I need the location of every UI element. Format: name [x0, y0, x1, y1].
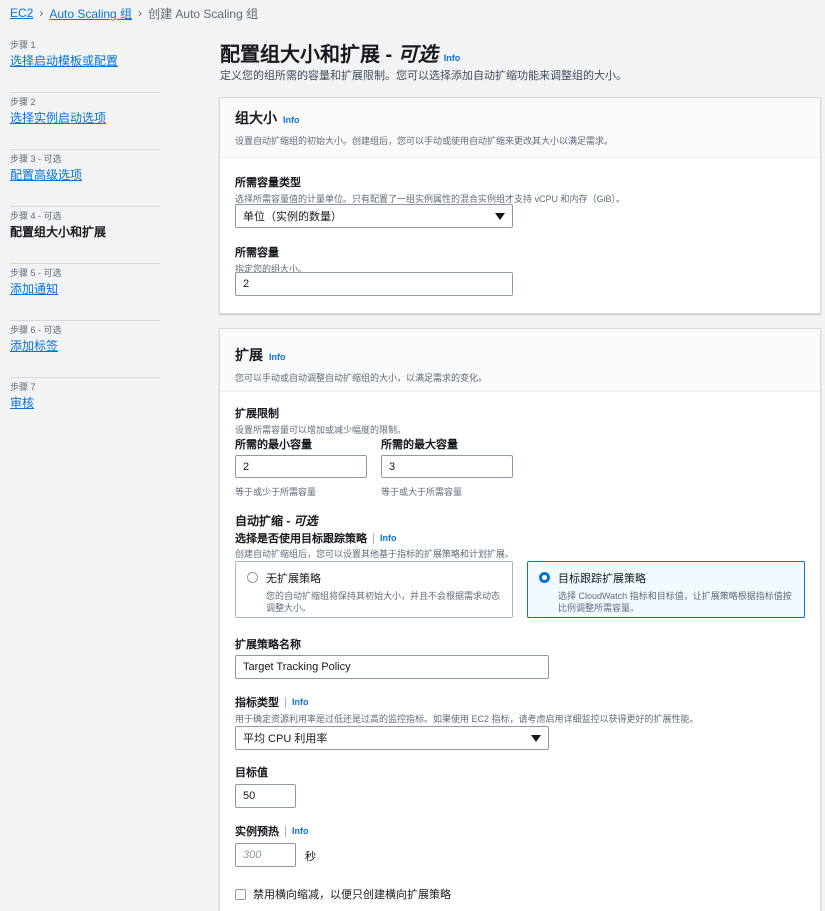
auto-scaling-question-text: 选择是否使用目标跟踪策略 — [235, 533, 367, 545]
group-size-title-text: 组大小 — [235, 110, 277, 126]
disable-scale-in-checkbox[interactable] — [235, 888, 246, 900]
warmup-label-text: 实例预热 — [235, 826, 279, 838]
scaling-header: 扩展 Info 您可以手动或自动调整自动扩缩组的大小，以满足需求的变化。 — [220, 329, 820, 392]
metric-type-value: 平均 CPU 利用率 — [243, 733, 328, 745]
tile-target-tracking-desc: 选择 CloudWatch 指标和目标值，让扩展策略根据指标值按比例调整所需容量… — [558, 591, 792, 613]
metric-type-description: 用于确定资源利用率是过低还是过高的监控指标。如果使用 EC2 指标，请考虑启用详… — [235, 714, 699, 724]
warmup-info-link[interactable]: Info — [292, 826, 309, 836]
group-size-title: 组大小 Info — [235, 108, 805, 128]
step-number: 步骤 2 — [10, 97, 36, 107]
step-link-launch-template[interactable]: 选择启动模板或配置 — [10, 52, 160, 70]
metric-type-label: 指标类型 Info — [235, 694, 309, 710]
warmup-unit: 秒 — [305, 851, 316, 863]
auto-scaling-title: 自动扩缩 - 可选 — [235, 512, 318, 529]
metric-type-select[interactable]: 平均 CPU 利用率 — [235, 726, 549, 750]
breadcrumb-current: 创建 Auto Scaling 组 — [148, 6, 259, 21]
radio-selected[interactable] — [539, 572, 550, 583]
scaling-title: 扩展 Info — [235, 345, 805, 365]
group-size-info-link[interactable]: Info — [283, 115, 300, 125]
step-link-tags[interactable]: 添加标签 — [10, 337, 160, 355]
chevron-right-icon: › — [39, 6, 44, 20]
tile-target-tracking-policy[interactable]: 目标跟踪扩展策略 选择 CloudWatch 指标和目标值，让扩展策略根据指标值… — [527, 561, 805, 618]
max-capacity-input[interactable]: 3 — [381, 455, 513, 478]
breadcrumb: EC2 › Auto Scaling 组 › 创建 Auto Scaling 组 — [10, 4, 258, 22]
breadcrumb-auto-scaling[interactable]: Auto Scaling 组 — [49, 5, 132, 22]
policy-name-input[interactable]: Target Tracking Policy — [235, 655, 549, 679]
scaling-body: 扩展限制 设置所需容量可以增加或减少幅度的限制。 所需的最小容量 所需的最大容量… — [220, 392, 820, 911]
page-description: 定义您的组所需的容量和扩展限制。您可以选择添加自动扩缩功能来调整组的大小。 — [220, 70, 627, 82]
wizard-step-1: 步骤 1 选择启动模板或配置 — [10, 36, 160, 93]
capacity-type-value: 单位（实例的数量） — [243, 211, 342, 223]
scaling-info-link[interactable]: Info — [269, 352, 286, 362]
disable-scale-in-label: 禁用横向缩减，以便只创建横向扩展策略 — [253, 889, 451, 901]
warmup-input[interactable]: 300 — [235, 843, 296, 867]
desired-capacity-input[interactable]: 2 — [235, 272, 513, 296]
metric-type-label-text: 指标类型 — [235, 697, 279, 709]
divider — [373, 532, 374, 544]
wizard-step-5: 步骤 5 - 可选 添加通知 — [10, 264, 160, 321]
step-number: 步骤 1 — [10, 40, 36, 50]
scaling-description: 您可以手动或自动调整自动扩缩组的大小，以满足需求的变化。 — [235, 373, 488, 383]
capacity-type-label: 所需容量类型 — [235, 177, 301, 189]
min-capacity-input[interactable]: 2 — [235, 455, 367, 478]
step-link-instance-launch[interactable]: 选择实例启动选项 — [10, 109, 160, 127]
chevron-right-icon: › — [138, 6, 143, 20]
wizard-step-4: 步骤 4 - 可选 配置组大小和扩展 — [10, 207, 160, 264]
auto-scaling-title-optional: 可选 — [293, 514, 318, 528]
auto-scaling-title-text: 自动扩缩 - — [235, 514, 294, 528]
scaling-limits-label: 扩展限制 — [235, 408, 279, 420]
tile-target-tracking-name: 目标跟踪扩展策略 — [558, 573, 646, 585]
auto-scaling-description: 创建自动扩缩组后，您可以设置其他基于指标的扩展策略和计划扩展。 — [235, 549, 515, 559]
caret-down-icon — [495, 212, 505, 220]
step-number: 步骤 6 - 可选 — [10, 325, 62, 335]
step-link-notifications[interactable]: 添加通知 — [10, 280, 160, 298]
step-current-group-size: 配置组大小和扩展 — [10, 225, 107, 239]
scaling-title-text: 扩展 — [235, 347, 263, 363]
step-number: 步骤 4 - 可选 — [10, 211, 62, 221]
min-capacity-hint: 等于或少于所需容量 — [235, 487, 317, 497]
auto-scaling-info-link[interactable]: Info — [380, 533, 397, 543]
page-info-link[interactable]: Info — [444, 53, 461, 63]
policy-name-label: 扩展策略名称 — [235, 639, 301, 651]
wizard-step-6: 步骤 6 - 可选 添加标签 — [10, 321, 160, 378]
step-number: 步骤 7 — [10, 382, 36, 392]
page-title: 配置组大小和扩展 - 可选 Info — [220, 38, 460, 67]
min-capacity-label: 所需的最小容量 — [235, 439, 312, 451]
wizard-step-3: 步骤 3 - 可选 配置高级选项 — [10, 150, 160, 207]
max-capacity-hint: 等于或大于所需容量 — [381, 487, 463, 497]
target-value-label: 目标值 — [235, 767, 268, 779]
tile-no-scaling-desc: 您的自动扩缩组将保持其初始大小，并且不会根据需求动态调整大小。 — [266, 591, 501, 613]
warmup-label: 实例预热 Info — [235, 823, 309, 839]
desired-capacity-label: 所需容量 — [235, 247, 279, 259]
group-size-body: 所需容量类型 选择所需容量值的计量单位。只有配置了一组实例属性的混合实例组才支持… — [220, 158, 820, 318]
capacity-type-select[interactable]: 单位（实例的数量） — [235, 204, 513, 228]
group-size-panel: 组大小 Info 设置自动扩缩组的初始大小。创建组后，您可以手动或使用自动扩缩来… — [219, 97, 821, 314]
page-title-text: 配置组大小和扩展 - 可选 — [220, 44, 438, 66]
metric-type-info-link[interactable]: Info — [292, 697, 309, 707]
tile-no-scaling-policy[interactable]: 无扩展策略 您的自动扩缩组将保持其初始大小，并且不会根据需求动态调整大小。 — [235, 561, 513, 618]
wizard-step-2: 步骤 2 选择实例启动选项 — [10, 93, 160, 150]
caret-down-icon — [531, 734, 541, 742]
step-link-review[interactable]: 审核 — [10, 394, 160, 412]
group-size-header: 组大小 Info 设置自动扩缩组的初始大小。创建组后，您可以手动或使用自动扩缩来… — [220, 98, 820, 158]
scaling-limits-description: 设置所需容量可以增加或减少幅度的限制。 — [235, 425, 407, 435]
page-title-optional: 可选 — [397, 44, 438, 66]
wizard-step-7: 步骤 7 审核 — [10, 378, 160, 435]
auto-scaling-question: 选择是否使用目标跟踪策略 Info — [235, 530, 397, 546]
radio-unselected[interactable] — [247, 572, 258, 583]
divider — [285, 696, 286, 708]
step-link-advanced[interactable]: 配置高级选项 — [10, 166, 160, 184]
divider — [285, 825, 286, 837]
breadcrumb-ec2[interactable]: EC2 — [10, 6, 33, 20]
step-number: 步骤 3 - 可选 — [10, 154, 62, 164]
wizard-steps: 步骤 1 选择启动模板或配置 步骤 2 选择实例启动选项 步骤 3 - 可选 配… — [10, 36, 160, 435]
group-size-description: 设置自动扩缩组的初始大小。创建组后，您可以手动或使用自动扩缩来更改其大小以满足需… — [235, 136, 614, 146]
tile-no-scaling-name: 无扩展策略 — [266, 573, 321, 585]
disable-scale-in-option[interactable]: 禁用横向缩减，以便只创建横向扩展策略 — [235, 886, 451, 902]
step-number: 步骤 5 - 可选 — [10, 268, 62, 278]
target-value-input[interactable]: 50 — [235, 784, 296, 808]
scaling-panel: 扩展 Info 您可以手动或自动调整自动扩缩组的大小，以满足需求的变化。 扩展限… — [219, 328, 821, 911]
max-capacity-label: 所需的最大容量 — [381, 439, 458, 451]
